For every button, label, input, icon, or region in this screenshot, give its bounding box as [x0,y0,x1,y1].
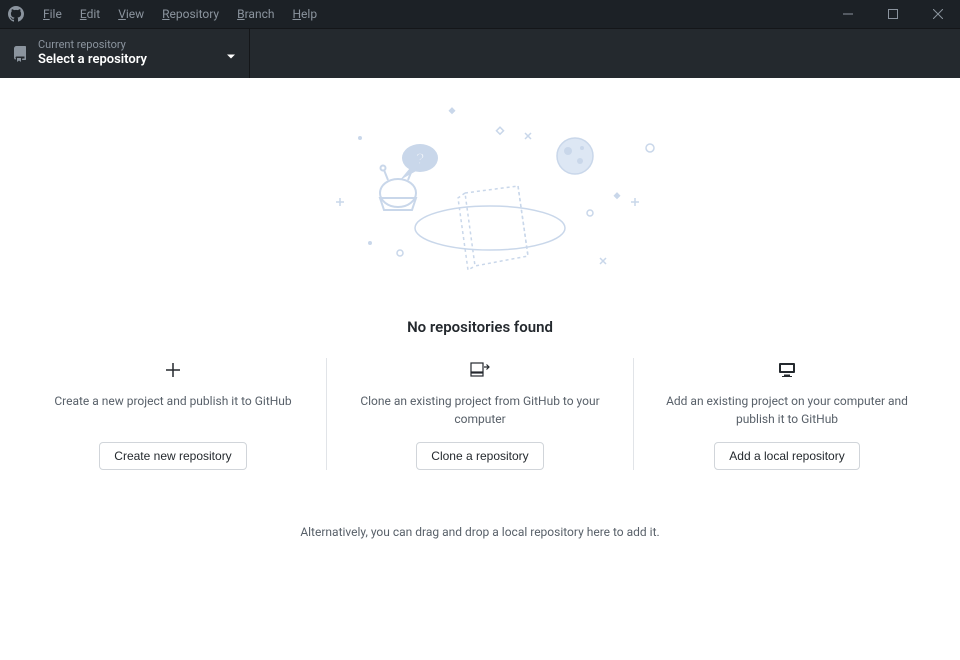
add-local-repository-button[interactable]: Add a local repository [714,442,859,470]
repo-selector-value: Select a repository [38,52,147,69]
menu-help[interactable]: Help [283,0,326,28]
menu-repository[interactable]: Repository [153,0,228,28]
repo-icon [12,46,28,62]
repo-selector-label: Current repository [38,38,147,52]
window-controls [825,0,960,28]
menu-edit[interactable]: Edit [71,0,109,28]
clone-repository-button[interactable]: Clone a repository [416,442,543,470]
maximize-button[interactable] [870,0,915,28]
action-create: Create a new project and publish it to G… [20,358,327,470]
menu-branch[interactable]: Branch [228,0,283,28]
empty-state-heading: No repositories found [407,318,553,336]
repository-selector[interactable]: Current repository Select a repository [0,29,250,78]
menu-view[interactable]: View [109,0,153,28]
action-clone: Clone an existing project from GitHub to… [327,358,634,470]
action-columns: Create a new project and publish it to G… [20,358,940,470]
main-content: ? [0,78,960,660]
menubar: File Edit View Repository Branch Help [0,0,960,28]
menu-file[interactable]: File [34,0,71,28]
close-button[interactable] [915,0,960,28]
clone-icon [357,358,603,382]
empty-state-illustration: ? [280,98,680,298]
svg-text:?: ? [415,151,425,168]
plus-icon [50,358,296,382]
computer-icon [664,358,910,382]
action-add-desc: Add an existing project on your computer… [664,392,910,428]
chevron-down-icon [227,44,235,63]
toolbar: Current repository Select a repository [0,28,960,78]
action-clone-desc: Clone an existing project from GitHub to… [357,392,603,428]
github-logo-icon [8,6,24,22]
minimize-button[interactable] [825,0,870,28]
action-add-local: Add an existing project on your computer… [634,358,940,470]
action-create-desc: Create a new project and publish it to G… [50,392,296,428]
drag-drop-hint: Alternatively, you can drag and drop a l… [300,525,659,539]
create-new-repository-button[interactable]: Create new repository [99,442,246,470]
